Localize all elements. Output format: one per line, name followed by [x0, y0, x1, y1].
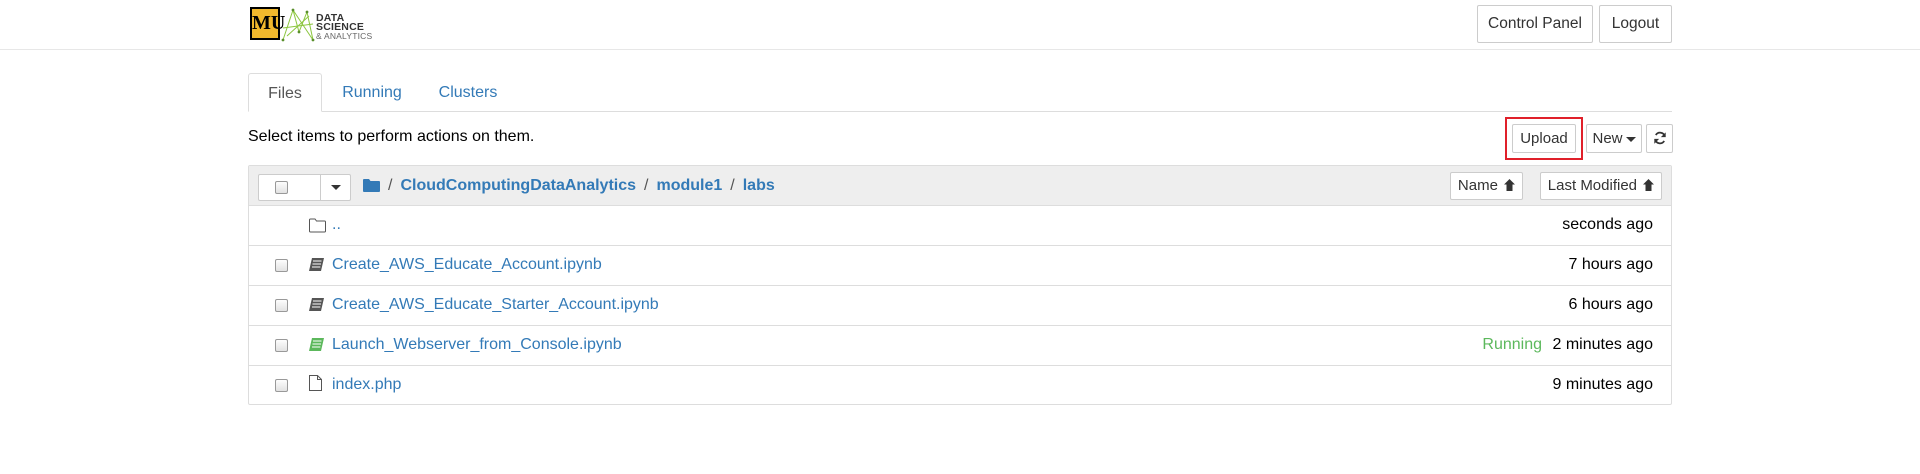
file-name-link[interactable]: Create_AWS_Educate_Starter_Account.ipynb: [332, 296, 659, 314]
logo-line-2: & ANALYTICS: [316, 31, 373, 41]
breadcrumb-link-current[interactable]: labs: [743, 177, 775, 194]
chevron-down-icon: [1625, 136, 1636, 142]
control-panel-button[interactable]: Control Panel: [1477, 5, 1593, 43]
sort-name-label: Name: [1457, 177, 1498, 194]
notebook-icon: [309, 298, 324, 311]
list-item-notebook[interactable]: Create_AWS_Educate_Account.ipynb 7 hours…: [249, 246, 1671, 286]
logout-button[interactable]: Logout: [1599, 5, 1672, 43]
breadcrumb-separator: /: [730, 177, 735, 194]
row-checkbox[interactable]: [275, 339, 288, 352]
logo[interactable]: MU DATA SCIENCE & ANALYTICS: [250, 6, 395, 42]
logo-text: DATA SCIENCE & ANALYTICS: [316, 12, 395, 41]
last-modified-text: 2 minutes ago: [1552, 336, 1653, 353]
running-status-label: Running: [1482, 336, 1542, 353]
header-bar: MU DATA SCIENCE & ANALYTICS Control Pane…: [0, 0, 1920, 50]
refresh-icon: [1653, 131, 1666, 145]
list-item-file[interactable]: index.php 9 minutes ago: [249, 366, 1671, 406]
file-list-header: / CloudComputingDataAnalytics / module1 / lab…: [249, 166, 1671, 206]
select-all-checkbox[interactable]: [275, 181, 288, 194]
row-checkbox[interactable]: [275, 379, 288, 392]
notebook-running-icon: [309, 338, 324, 351]
logo-line-1: DATA SCIENCE: [316, 12, 365, 33]
arrow-up-icon: [1643, 179, 1655, 191]
folder-outline-icon: [309, 218, 326, 233]
folder-icon[interactable]: [363, 178, 380, 192]
list-item-parent-folder[interactable]: .. seconds ago: [249, 206, 1671, 246]
tab-running[interactable]: Running: [326, 73, 418, 112]
tab-clusters[interactable]: Clusters: [420, 73, 516, 112]
row-checkbox[interactable]: [275, 299, 288, 312]
last-modified-text: 6 hours ago: [1568, 296, 1653, 313]
mu-logo-mark: MU: [250, 7, 285, 40]
network-logo-icon: [281, 8, 315, 42]
new-dropdown-button[interactable]: New: [1586, 124, 1642, 153]
sort-by-name-button[interactable]: Name: [1450, 172, 1523, 200]
last-modified-text: 7 hours ago: [1568, 256, 1653, 273]
split-divider: [320, 175, 321, 200]
list-item-notebook[interactable]: Create_AWS_Educate_Starter_Account.ipynb…: [249, 286, 1671, 326]
file-icon: [309, 375, 322, 391]
breadcrumb-separator: /: [388, 177, 393, 194]
arrow-up-icon: [1504, 179, 1516, 191]
chevron-down-icon[interactable]: [331, 185, 341, 190]
row-checkbox[interactable]: [275, 259, 288, 272]
notebook-icon: [309, 258, 324, 271]
refresh-button[interactable]: [1646, 124, 1673, 153]
sort-by-modified-button[interactable]: Last Modified: [1540, 172, 1662, 200]
new-button-label: New: [1592, 130, 1623, 147]
breadcrumb-link-root[interactable]: CloudComputingDataAnalytics: [400, 177, 636, 194]
file-name-link[interactable]: Launch_Webserver_from_Console.ipynb: [332, 336, 622, 354]
last-modified-text: seconds ago: [1562, 216, 1653, 233]
file-name-link[interactable]: ..: [332, 216, 341, 234]
selection-info-text: Select items to perform actions on them.: [248, 128, 535, 145]
file-name-link[interactable]: Create_AWS_Educate_Account.ipynb: [332, 256, 602, 274]
file-name-link[interactable]: index.php: [332, 376, 401, 394]
sort-modified-label: Last Modified: [1547, 177, 1638, 194]
upload-button[interactable]: Upload: [1512, 124, 1576, 153]
breadcrumb: / CloudComputingDataAnalytics / module1 / lab…: [363, 174, 775, 198]
list-item-notebook-running[interactable]: Launch_Webserver_from_Console.ipynb Runn…: [249, 326, 1671, 366]
tab-bar: Files Running Clusters: [248, 73, 1672, 112]
file-list: / CloudComputingDataAnalytics / module1 / lab…: [248, 165, 1672, 405]
breadcrumb-link-module[interactable]: module1: [656, 177, 722, 194]
breadcrumb-separator: /: [644, 177, 649, 194]
last-modified-text: 9 minutes ago: [1552, 376, 1653, 393]
select-all-dropdown[interactable]: [258, 174, 351, 201]
tab-files[interactable]: Files: [248, 73, 322, 112]
